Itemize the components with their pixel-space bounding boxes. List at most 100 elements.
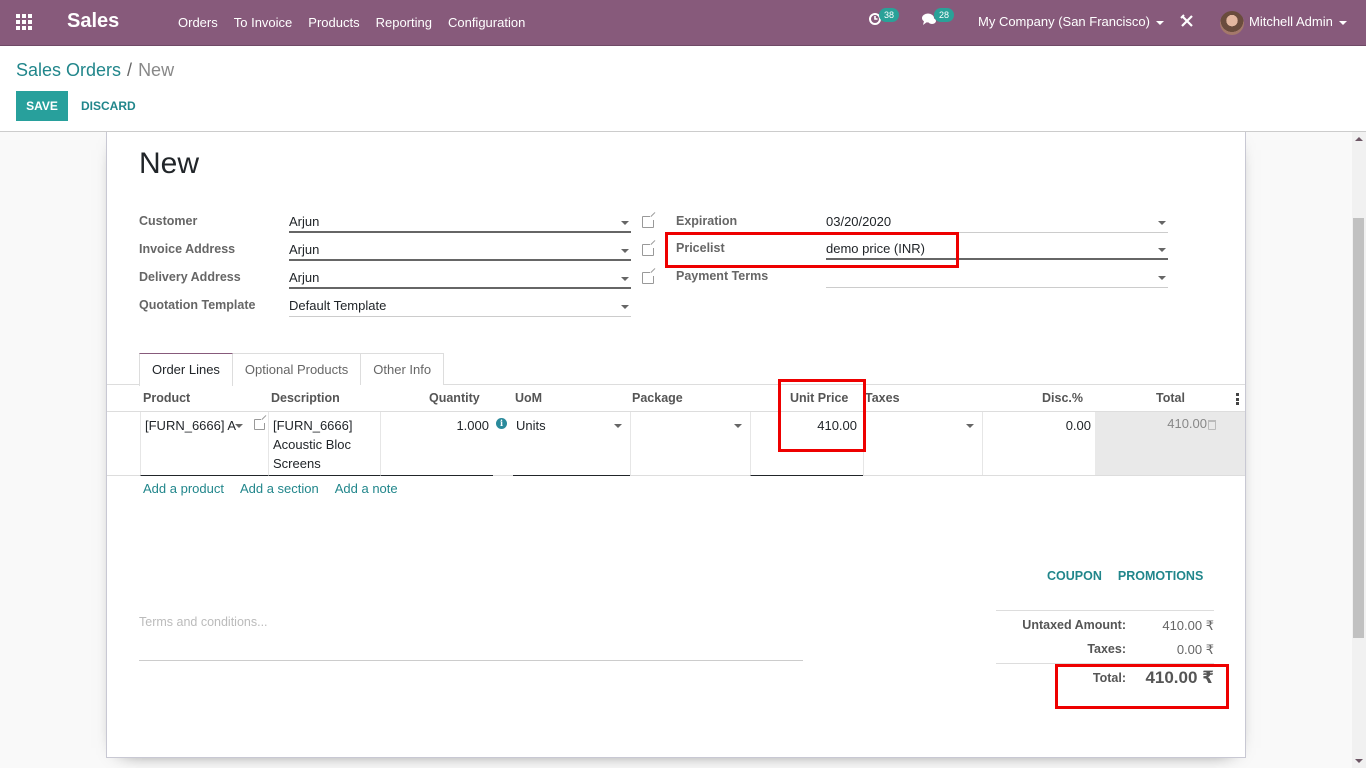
column-options-icon[interactable] [1236,393,1239,405]
table-row[interactable]: [FURN_6666] A [FURN_6666] Acoustic Bloc … [107,412,1245,476]
customer-value: Arjun [289,214,320,229]
control-panel: Sales Orders / New SAVE DISCARD [0,46,1366,132]
col-discount[interactable]: Disc.% [1042,391,1083,405]
product-cell[interactable]: [FURN_6666] A [140,412,268,476]
quotation-template-field[interactable]: Default Template [289,295,631,317]
dropdown-arrow-icon [1158,248,1166,252]
save-button[interactable]: SAVE [16,91,68,121]
description-cell[interactable]: [FURN_6666] Acoustic Bloc Screens [268,412,380,476]
form-sheet: New Customer Arjun Invoice Address Arjun… [106,132,1246,758]
add-note-link[interactable]: Add a note [335,481,398,496]
unit-price-cell[interactable]: 410.00 [750,412,863,476]
breadcrumb-current: New [138,60,175,80]
total-value: 410.00 ₹ [1145,668,1214,687]
expiration-label: Expiration [676,214,738,228]
delivery-address-field[interactable]: Arjun [289,267,631,289]
menu-reporting[interactable]: Reporting [368,0,440,46]
company-switcher[interactable]: My Company (San Francisco) [978,14,1164,29]
activity-menu[interactable]: 38 [868,8,900,26]
top-navbar: Sales Orders To Invoice Products Reporti… [0,0,1366,46]
menu-orders[interactable]: Orders [170,0,226,46]
product-value: [FURN_6666] A [145,418,237,433]
company-name: My Company (San Francisco) [978,14,1150,29]
form-view: New Customer Arjun Invoice Address Arjun… [0,132,1352,768]
dropdown-arrow-icon [621,305,629,309]
quotation-template-value: Default Template [289,298,387,313]
taxes-label: Taxes: [1087,642,1126,656]
user-menu[interactable]: Mitchell Admin [1249,14,1347,29]
external-link-icon[interactable] [254,418,266,430]
package-cell[interactable] [630,412,750,475]
tab-order-lines[interactable]: Order Lines [139,353,233,386]
pricelist-label: Pricelist [676,241,725,255]
dropdown-arrow-icon [621,249,629,253]
dropdown-arrow-icon [621,277,629,281]
vertical-scrollbar[interactable] [1352,132,1366,768]
quantity-cell[interactable]: 1.000 [380,412,493,476]
user-name: Mitchell Admin [1249,14,1333,29]
terms-placeholder: Terms and conditions... [139,615,268,629]
coupon-button[interactable]: COUPON [1039,569,1110,583]
description-line: Acoustic Bloc [273,437,352,452]
apps-menu-icon[interactable] [16,14,34,30]
tab-optional-products[interactable]: Optional Products [231,353,362,385]
info-icon[interactable]: i [496,418,507,429]
col-unit-price[interactable]: Unit Price [790,391,848,405]
trash-icon[interactable] [1208,420,1216,430]
invoice-address-field[interactable]: Arjun [289,239,631,261]
notebook-tabs: Order Lines Optional Products Other Info [139,353,445,386]
breadcrumb-sales-orders[interactable]: Sales Orders [16,60,121,80]
dropdown-arrow-icon[interactable] [235,424,243,428]
debug-tools-icon[interactable] [1180,13,1194,31]
quotation-template-label: Quotation Template [139,298,256,312]
totals-divider [996,610,1214,611]
pricelist-value: demo price (INR) [826,241,925,256]
order-lines-header: Product Description Quantity UoM Package… [107,385,1245,412]
page-title: New [139,147,200,180]
tab-other-info[interactable]: Other Info [360,353,445,385]
activity-badge: 38 [879,8,900,22]
discard-button[interactable]: DISCARD [74,91,143,121]
messages-menu[interactable]: 28 [921,8,955,26]
dropdown-arrow-icon [1158,221,1166,225]
dropdown-arrow-icon [1158,276,1166,280]
add-line-links: Add a product Add a section Add a note [143,481,414,496]
dropdown-arrow-icon [966,424,974,428]
avatar[interactable] [1220,11,1244,35]
scroll-up-icon[interactable] [1355,137,1363,141]
menu-to-invoice[interactable]: To Invoice [226,0,301,46]
discount-cell[interactable]: 0.00 [982,412,1095,475]
description-line: Screens [273,456,321,471]
col-quantity[interactable]: Quantity [429,391,480,405]
pricelist-field[interactable]: demo price (INR) [826,238,1168,260]
terms-and-conditions-field[interactable]: Terms and conditions... [139,613,803,661]
add-product-link[interactable]: Add a product [143,481,224,496]
col-product[interactable]: Product [143,391,190,405]
breadcrumb-separator: / [127,60,133,80]
menu-products[interactable]: Products [300,0,367,46]
breadcrumb: Sales Orders / New [16,60,174,81]
taxes-cell[interactable] [863,412,982,475]
uom-value: Units [516,418,546,433]
menu-configuration[interactable]: Configuration [440,0,533,46]
scroll-down-icon[interactable] [1355,759,1363,763]
uom-cell[interactable]: Units [513,412,630,476]
col-package[interactable]: Package [632,391,683,405]
delivery-address-label: Delivery Address [139,270,241,284]
col-total[interactable]: Total [1156,391,1185,405]
app-name: Sales [67,10,120,32]
promotions-button[interactable]: PROMOTIONS [1110,569,1211,583]
delivery-address-value: Arjun [289,270,320,285]
col-description[interactable]: Description [271,391,340,405]
add-section-link[interactable]: Add a section [240,481,319,496]
external-link-icon[interactable] [642,243,655,256]
payment-terms-field[interactable] [826,266,1168,288]
external-link-icon[interactable] [642,271,655,284]
external-link-icon[interactable] [642,215,655,228]
col-uom[interactable]: UoM [515,391,542,405]
scrollbar-thumb[interactable] [1353,218,1364,638]
customer-field[interactable]: Arjun [289,211,631,233]
dropdown-arrow-icon [734,424,742,428]
expiration-field[interactable]: 03/20/2020 [826,211,1168,233]
col-taxes[interactable]: Taxes [865,391,900,405]
